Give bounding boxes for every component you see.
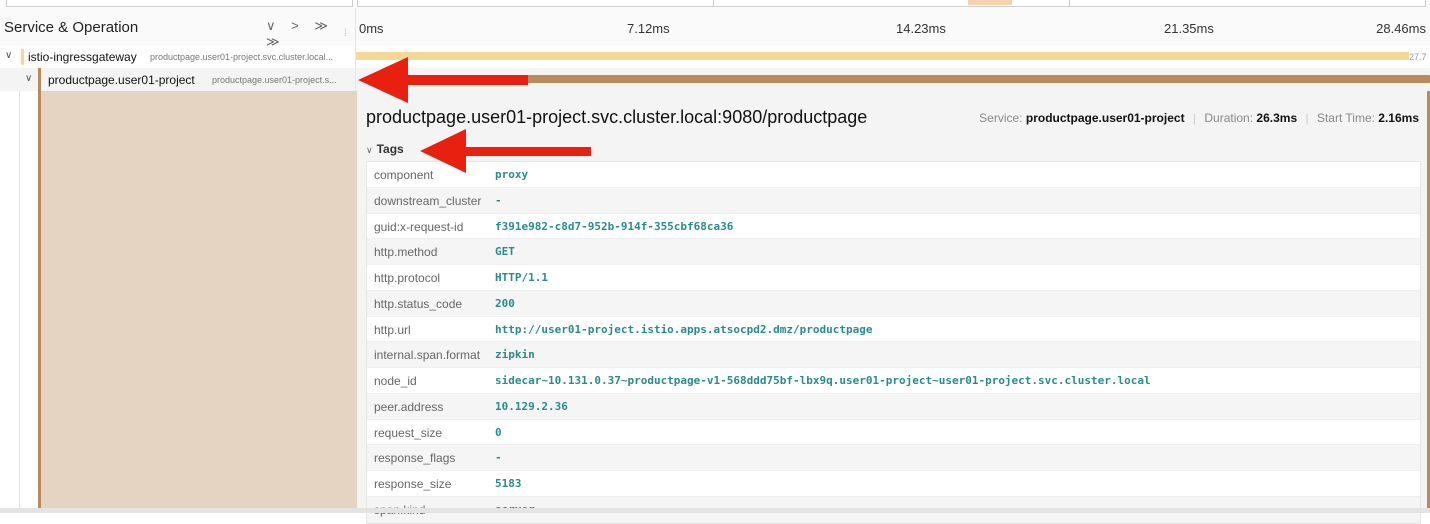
tag-key: response_size <box>374 477 452 491</box>
tag-key: http.status_code <box>374 296 463 311</box>
service-value: productpage.user01-project <box>1025 111 1185 125</box>
tag-key: http.protocol <box>374 271 441 285</box>
tag-row[interactable]: node_id sidecar~10.131.0.37~productpage-v… <box>367 368 1420 394</box>
tag-value: - <box>495 451 502 465</box>
span-detail: productpage.user01-project.svc.cluster.l… <box>0 91 1430 524</box>
tag-key: downstream_cluster <box>374 193 482 208</box>
tag-value: 5183 <box>495 477 522 490</box>
tick-label: 21.35ms <box>1164 21 1214 36</box>
span-detail-title: productpage.user01-project.svc.cluster.l… <box>366 107 868 127</box>
tag-row[interactable]: response_flags - <box>367 445 1420 471</box>
tag-key: internal.span.format <box>374 348 481 363</box>
tree-guide-line <box>19 91 20 513</box>
minimap-box <box>713 0 1070 7</box>
service-label: Service: <box>979 111 1023 125</box>
span-row-selected[interactable]: ∨ productpage.user01-project productpage… <box>0 68 1430 91</box>
span-bar[interactable] <box>437 75 1430 83</box>
span-duration-label: 27.7 <box>1409 52 1427 62</box>
service-name: productpage.user01-project <box>48 73 195 87</box>
tick-label: 28.46ms <box>1376 21 1426 36</box>
duration-value: 26.3ms <box>1256 111 1298 125</box>
tag-row[interactable]: downstream_cluster - <box>367 187 1420 214</box>
start-time-label: Start Time: <box>1316 111 1375 125</box>
tag-value: f391e982-c8d7-952b-914f-355cbf68ca36 <box>495 219 734 233</box>
tag-value: sidecar~10.131.0.37~productpage-v1-568dd… <box>495 374 1151 387</box>
tag-key: node_id <box>374 374 417 388</box>
tag-value: - <box>495 193 502 207</box>
tick-label: 0ms <box>359 21 384 36</box>
tag-value: GET <box>495 245 515 259</box>
tag-row[interactable]: http.method GET <box>367 239 1420 265</box>
tag-value: 200 <box>495 296 515 310</box>
tags-section-toggle[interactable]: ∨ Tags <box>366 142 404 156</box>
tag-key: http.method <box>374 245 438 260</box>
chevron-down-icon[interactable]: ∨ <box>25 73 32 84</box>
minimap-box <box>357 0 714 7</box>
divider: | <box>1192 111 1197 125</box>
tag-row[interactable]: http.url http://user01-project.istio.apps… <box>367 317 1420 343</box>
duration-label: Duration: <box>1204 111 1254 125</box>
tag-key: peer.address <box>374 399 444 414</box>
tag-row[interactable]: request_size 0 <box>367 420 1420 446</box>
span-row[interactable]: ∨ istio-ingressgateway productpage.user0… <box>0 46 1430 68</box>
span-detail-gutter <box>38 91 358 513</box>
tag-value: zipkin <box>495 348 535 362</box>
minimap-box <box>6 0 353 7</box>
operation-name: productpage.user01-project.s... <box>212 75 337 85</box>
service-operation-header: Service & Operation ∨ > ≫ ≫ ⁞ <box>0 8 356 49</box>
start-time-value: 2.16ms <box>1378 111 1419 125</box>
tag-row[interactable]: guid:x-request-id f391e982-c8d7-952b-914f… <box>367 214 1420 240</box>
span-name-cell[interactable]: ∨ istio-ingressgateway productpage.user0… <box>0 46 356 68</box>
tag-row[interactable]: peer.address 10.129.2.36 <box>367 393 1420 420</box>
span-detail-meta: Service: productpage.user01-project | Du… <box>979 111 1419 125</box>
column-title: Service & Operation <box>4 19 139 36</box>
minimap-box <box>1069 0 1426 7</box>
chevron-down-icon: ∨ <box>366 145 373 155</box>
service-name: istio-ingressgateway <box>28 50 137 64</box>
tag-key: response_flags <box>374 451 456 466</box>
tick-label: 7.12ms <box>627 21 670 36</box>
annotation-arrow <box>358 57 528 103</box>
span-name-cell[interactable]: ∨ productpage.user01-project productpage… <box>0 68 356 91</box>
tag-row[interactable]: internal.span.format zipkin <box>367 342 1420 368</box>
tag-key: http.url <box>374 322 411 337</box>
minimap-selection[interactable] <box>968 0 1012 5</box>
chevron-down-icon[interactable]: ∨ <box>5 50 12 61</box>
tag-value: 10.129.2.36 <box>495 399 568 413</box>
trace-timeline-header: Service & Operation ∨ > ≫ ≫ ⁞ 0ms 7.12ms… <box>0 8 1430 49</box>
tag-value: http://user01-project.istio.apps.atsocpd… <box>495 322 873 336</box>
service-color-indicator <box>38 68 41 91</box>
tags-label: Tags <box>376 142 404 156</box>
tag-key: guid:x-request-id <box>374 219 464 234</box>
annotation-arrow <box>420 129 591 173</box>
window-bottom-edge <box>0 508 1430 513</box>
tag-value: 0 <box>495 425 502 439</box>
tag-row[interactable]: http.status_code 200 <box>367 290 1420 317</box>
divider: | <box>1305 111 1309 125</box>
minimap-strip <box>0 0 1430 8</box>
tag-value: HTTP/1.1 <box>495 271 548 284</box>
tick-label: 14.23ms <box>896 21 946 36</box>
tag-row[interactable]: response_size 5183 <box>367 471 1420 497</box>
tag-key: request_size <box>374 425 443 440</box>
column-resize-handle[interactable]: ⁞ <box>344 28 347 39</box>
tag-row[interactable]: http.protocol HTTP/1.1 <box>367 265 1420 291</box>
operation-name: productpage.user01-project.svc.cluster.l… <box>150 52 334 62</box>
tags-table: component proxy downstream_cluster - guid:x-… <box>366 161 1421 524</box>
service-color-indicator <box>21 49 24 65</box>
